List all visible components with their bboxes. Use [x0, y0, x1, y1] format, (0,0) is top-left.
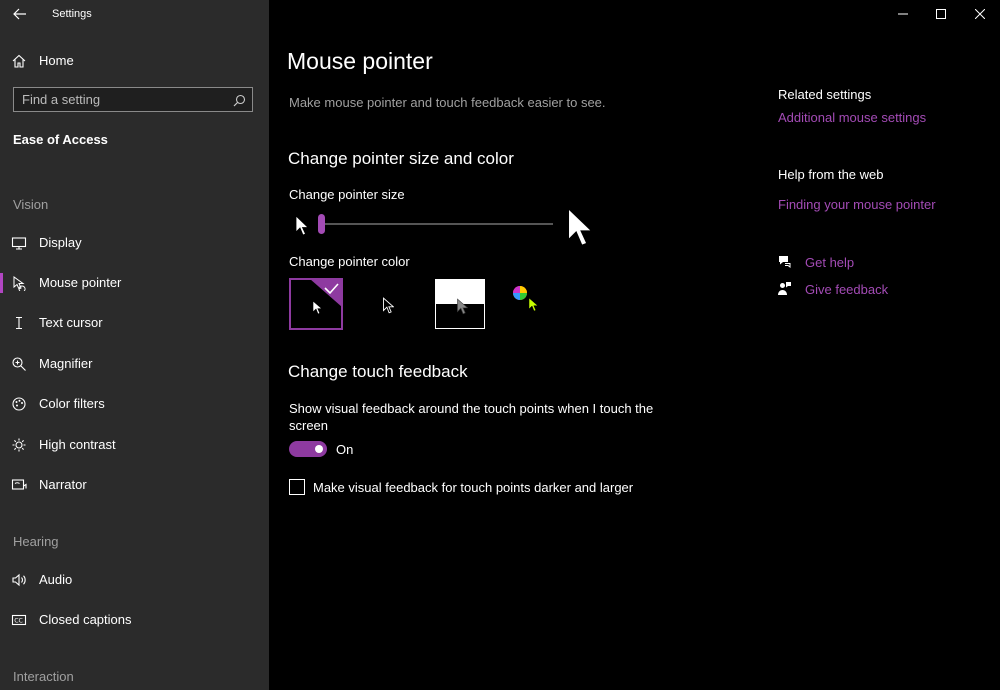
section-title-interaction: Interaction	[13, 669, 74, 684]
back-arrow-icon	[13, 8, 26, 20]
slider-track[interactable]	[321, 223, 553, 225]
sidebar-item-display[interactable]: Display	[0, 225, 269, 261]
pointer-custom-color-icon	[513, 286, 539, 312]
section-heading-touch: Change touch feedback	[288, 362, 468, 381]
sidebar-item-high-contrast[interactable]: High contrast	[0, 427, 269, 463]
finding-mouse-pointer-link[interactable]: Finding your mouse pointer	[778, 197, 936, 212]
sidebar-item-narrator[interactable]: Narrator	[0, 467, 269, 503]
sidebar-item-home[interactable]: Home	[0, 43, 269, 79]
sidebar-item-label: Home	[39, 53, 74, 68]
additional-mouse-settings-link[interactable]: Additional mouse settings	[778, 110, 926, 125]
get-help-link[interactable]: Get help	[805, 255, 854, 270]
sidebar-item-color-filters[interactable]: Color filters	[0, 386, 269, 422]
svg-text:CC: CC	[14, 618, 23, 625]
touch-feedback-toggle[interactable]	[289, 441, 327, 457]
sidebar-item-label: High contrast	[39, 437, 116, 452]
window-title: Settings	[52, 8, 92, 20]
sidebar-item-label: Audio	[39, 572, 73, 587]
pointer-color-white-option[interactable]	[289, 278, 343, 330]
related-settings-title: Related settings	[778, 87, 872, 102]
section-title-hearing: Hearing	[13, 534, 59, 549]
color-filters-icon	[10, 395, 28, 413]
give-feedback-row[interactable]: Give feedback	[777, 280, 917, 298]
page-title: Mouse pointer	[287, 48, 433, 74]
section-heading-size-color: Change pointer size and color	[288, 149, 514, 168]
high-contrast-icon	[10, 436, 28, 454]
pointer-size-label: Change pointer size	[289, 187, 405, 202]
close-button[interactable]	[961, 0, 999, 28]
sidebar-item-magnifier[interactable]: Magnifier	[0, 346, 269, 382]
give-feedback-link[interactable]: Give feedback	[805, 282, 888, 297]
pointer-white-icon	[312, 300, 322, 315]
small-pointer-icon	[295, 215, 309, 236]
active-indicator	[0, 273, 3, 293]
pointer-color-custom-option[interactable]	[507, 280, 543, 320]
closed-captions-icon: CC	[10, 611, 28, 629]
search-box[interactable]	[13, 87, 253, 112]
pointer-color-black-option[interactable]	[372, 278, 426, 330]
maximize-button[interactable]	[922, 0, 960, 28]
sidebar-item-label: Magnifier	[39, 356, 93, 371]
pointer-color-label: Change pointer color	[289, 254, 410, 269]
sidebar-item-label: Color filters	[39, 396, 105, 411]
get-help-row[interactable]: Get help	[777, 253, 917, 271]
sidebar-item-closed-captions[interactable]: CC Closed captions	[0, 602, 269, 638]
category-title: Ease of Access	[13, 132, 108, 147]
pointer-size-slider[interactable]	[289, 205, 599, 246]
help-from-web-title: Help from the web	[778, 167, 884, 182]
pointer-color-inverted-option[interactable]	[435, 279, 485, 329]
narrator-icon	[10, 476, 28, 494]
large-pointer-icon	[568, 207, 593, 246]
minimize-button[interactable]	[884, 0, 922, 28]
sidebar-item-audio[interactable]: Audio	[0, 562, 269, 598]
magnifier-icon	[10, 355, 28, 373]
sidebar-item-text-cursor[interactable]: Text cursor	[0, 305, 269, 341]
pointer-black-icon	[383, 297, 394, 314]
sidebar: Settings Home Ease of Access Vision Disp…	[0, 0, 269, 690]
darker-feedback-checkbox[interactable]	[289, 479, 305, 495]
monitor-icon	[10, 234, 28, 252]
search-icon[interactable]	[232, 93, 246, 107]
close-icon	[975, 9, 985, 19]
sidebar-item-label: Mouse pointer	[39, 275, 122, 290]
back-button[interactable]	[8, 4, 32, 24]
home-icon	[10, 52, 28, 70]
speaker-icon	[10, 571, 28, 589]
sidebar-item-label: Text cursor	[39, 315, 103, 330]
main-content: Mouse pointer Make mouse pointer and tou…	[269, 0, 1000, 690]
page-description: Make mouse pointer and touch feedback ea…	[289, 95, 606, 110]
search-input[interactable]	[22, 91, 227, 108]
give-feedback-icon	[778, 282, 791, 295]
toggle-state-label: On	[336, 442, 354, 457]
pointer-inverted-icon	[457, 298, 468, 315]
toggle-knob	[315, 445, 323, 453]
mouse-pointer-icon	[10, 274, 28, 292]
section-title-vision: Vision	[13, 197, 49, 212]
touch-feedback-label: Show visual feedback around the touch po…	[289, 401, 654, 433]
get-help-icon	[779, 256, 791, 268]
minimize-icon	[898, 13, 908, 15]
sidebar-item-label: Closed captions	[39, 612, 132, 627]
text-cursor-icon	[10, 314, 28, 332]
sidebar-item-label: Narrator	[39, 477, 87, 492]
sidebar-item-label: Display	[39, 235, 82, 250]
slider-thumb[interactable]	[318, 214, 325, 234]
sidebar-item-mouse-pointer[interactable]: Mouse pointer	[0, 265, 269, 301]
maximize-icon	[936, 9, 946, 19]
checkbox-label: Make visual feedback for touch points da…	[313, 480, 634, 495]
